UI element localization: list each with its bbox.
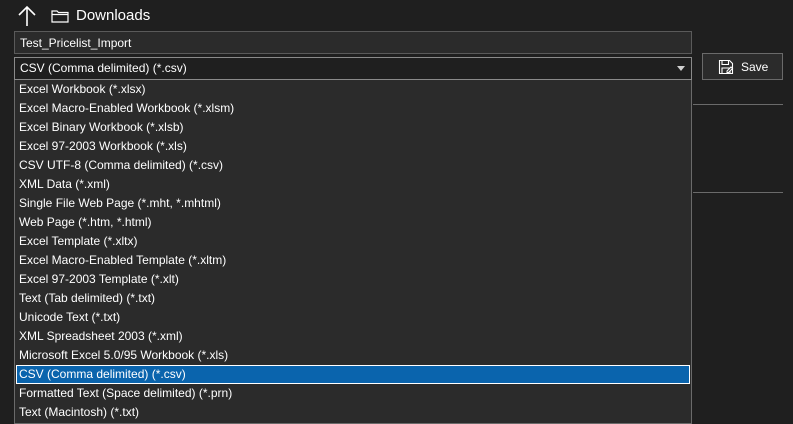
- filetype-option[interactable]: Unicode Text (*.txt): [16, 308, 690, 327]
- filetype-select[interactable]: CSV (Comma delimited) (*.csv): [14, 57, 692, 80]
- filetype-option[interactable]: Excel 97-2003 Workbook (*.xls): [16, 137, 690, 156]
- filetype-option[interactable]: Excel Macro-Enabled Workbook (*.xlsm): [16, 99, 690, 118]
- up-arrow-icon[interactable]: [17, 5, 37, 27]
- folder-icon: [51, 10, 69, 23]
- location-bar: Downloads: [0, 0, 700, 32]
- divider: [693, 104, 783, 105]
- filetype-option[interactable]: Text (Macintosh) (*.txt): [16, 403, 690, 422]
- filename-input[interactable]: [14, 31, 692, 54]
- divider: [693, 192, 783, 193]
- filetype-option[interactable]: Formatted Text (Space delimited) (*.prn): [16, 384, 690, 403]
- filetype-option-selected[interactable]: CSV (Comma delimited) (*.csv): [16, 365, 690, 384]
- filetype-option[interactable]: Excel Template (*.xltx): [16, 232, 690, 251]
- filetype-option[interactable]: Excel Binary Workbook (*.xlsb): [16, 118, 690, 137]
- filetype-option[interactable]: Text (Tab delimited) (*.txt): [16, 289, 690, 308]
- save-button-label: Save: [741, 60, 769, 74]
- filetype-dropdown-list: Excel Workbook (*.xlsx) Excel Macro-Enabl…: [14, 80, 692, 424]
- filetype-option[interactable]: Excel Workbook (*.xlsx): [16, 80, 690, 99]
- filetype-option[interactable]: Excel Macro-Enabled Template (*.xltm): [16, 251, 690, 270]
- filetype-option[interactable]: CSV UTF-8 (Comma delimited) (*.csv): [16, 156, 690, 175]
- filetype-selected-label: CSV (Comma delimited) (*.csv): [20, 61, 187, 75]
- filetype-option[interactable]: Single File Web Page (*.mht, *.mhtml): [16, 194, 690, 213]
- save-button[interactable]: Save: [702, 53, 783, 80]
- filetype-option[interactable]: XML Spreadsheet 2003 (*.xml): [16, 327, 690, 346]
- filetype-option[interactable]: Microsoft Excel 5.0/95 Workbook (*.xls): [16, 346, 690, 365]
- location-label[interactable]: Downloads: [76, 7, 150, 25]
- save-icon: [718, 59, 734, 75]
- filetype-option[interactable]: Excel 97-2003 Template (*.xlt): [16, 270, 690, 289]
- filetype-option[interactable]: XML Data (*.xml): [16, 175, 690, 194]
- filetype-option[interactable]: Web Page (*.htm, *.html): [16, 213, 690, 232]
- chevron-down-icon[interactable]: [677, 66, 685, 71]
